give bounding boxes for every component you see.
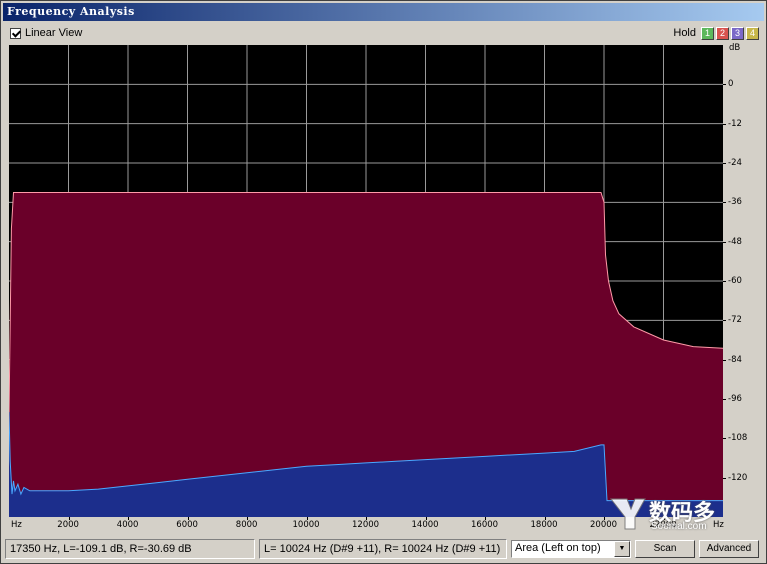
y-tick-label: -24 <box>728 158 742 168</box>
y-tick-label: -84 <box>728 354 742 365</box>
hold-button-4[interactable]: 4 <box>746 26 759 40</box>
x-tick-label: 4000 <box>116 520 139 530</box>
hold-button-2[interactable]: 2 <box>716 26 729 40</box>
advanced-button[interactable]: Advanced <box>699 540 759 558</box>
y-unit-label: dB <box>729 43 741 53</box>
y-tick-label: 0 <box>728 79 734 90</box>
spectrum-plot: dB 0 -12 -24 -36 -48 -60 -72 -84 -96 -108 -120 Hz Hz… <box>9 43 752 535</box>
window-title: Frequency Analysis <box>7 5 135 18</box>
hold-button-3[interactable]: 3 <box>731 26 744 40</box>
chevron-down-icon[interactable]: ▼ <box>614 541 630 557</box>
y-tick-label: -48 <box>728 236 742 247</box>
peak-readout: L= 10024 Hz (D#9 +11), R= 10024 Hz (D#9 … <box>259 539 507 559</box>
x-unit-label: Hz <box>11 520 22 530</box>
view-mode-value: Area (Left on top) <box>515 542 601 554</box>
title-bar[interactable]: Frequency Analysis <box>3 3 764 21</box>
scan-button[interactable]: Scan <box>635 540 695 558</box>
spectrum-plot-area[interactable] <box>9 45 723 517</box>
y-tick-label: -12 <box>728 118 742 129</box>
x-tick-label: 12000 <box>352 520 380 530</box>
y-tick-mark <box>723 399 726 400</box>
linear-view-label: Linear View <box>25 27 83 39</box>
view-mode-select[interactable]: Area (Left on top) ▼ <box>511 540 631 558</box>
y-tick-mark <box>723 438 726 440</box>
watermark: 数码多 Soomal.com <box>607 495 757 535</box>
y-tick-label: -96 <box>728 394 742 404</box>
y-tick-mark <box>723 281 726 282</box>
x-tick-label: 16000 <box>471 520 499 530</box>
y-tick-mark <box>723 359 726 361</box>
hold-controls: Hold 1 2 3 4 <box>673 26 759 40</box>
x-tick-label: 10000 <box>292 520 320 530</box>
y-tick-label: -36 <box>728 197 742 208</box>
y-tick-mark <box>723 320 726 322</box>
hold-button-1[interactable]: 1 <box>701 26 714 40</box>
linear-view-toggle[interactable]: Linear View <box>10 26 82 40</box>
x-tick-label: 8000 <box>235 520 258 530</box>
y-tick-label: -120 <box>728 472 748 483</box>
soomal-logo-icon <box>609 498 646 530</box>
y-tick-label: -72 <box>728 315 742 326</box>
x-tick-label: 14000 <box>411 520 439 530</box>
status-bar: 17350 Hz, L=-109.1 dB, R=-30.69 dB L= 10… <box>5 539 764 559</box>
y-tick-mark <box>723 163 726 164</box>
watermark-url: Soomal.com <box>651 521 707 532</box>
x-tick-label: 6000 <box>176 520 198 530</box>
db-axis: dB 0 -12 -24 -36 -48 -60 -72 -84 -96 -108 -120 <box>723 43 752 517</box>
y-tick-mark <box>723 84 726 86</box>
frequency-analysis-window: Frequency Analysis Linear View Hold 1 2 … <box>0 0 767 564</box>
hold-label: Hold <box>673 27 696 39</box>
linear-view-checkbox[interactable] <box>10 27 21 39</box>
y-tick-mark <box>723 202 726 204</box>
y-tick-mark <box>723 477 726 479</box>
y-tick-mark <box>723 123 726 125</box>
x-tick-label: 18000 <box>530 520 558 530</box>
cursor-readout: 17350 Hz, L=-109.1 dB, R=-30.69 dB <box>5 539 255 559</box>
y-tick-mark <box>723 241 726 243</box>
x-tick-label: 2000 <box>57 520 79 530</box>
y-tick-label: -108 <box>728 433 748 444</box>
y-tick-label: -60 <box>728 276 742 286</box>
